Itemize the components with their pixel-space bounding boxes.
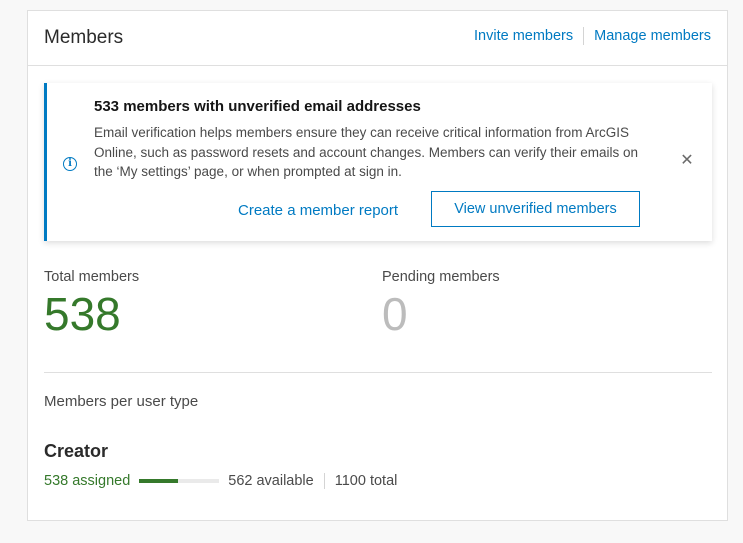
total-members-value: 538 (44, 288, 121, 340)
section-divider (44, 372, 712, 373)
pending-members-stat: Pending members 0 (382, 269, 500, 340)
usage-bar (139, 479, 220, 483)
header-actions: Invite members Manage members (474, 27, 711, 45)
unverified-email-notice: i 533 members with unverified email addr… (44, 83, 712, 241)
members-card: Members Invite members Manage members i … (27, 10, 728, 521)
pending-members-value: 0 (382, 288, 408, 340)
user-type-name: Creator (44, 441, 109, 461)
view-unverified-members-button[interactable]: View unverified members (431, 191, 640, 227)
header-divider (583, 27, 585, 45)
create-member-report-link[interactable]: Create a member report (238, 202, 398, 219)
close-icon[interactable]: ✕ (679, 153, 695, 169)
info-icon: i (63, 157, 77, 171)
total-count: 1100 total (334, 473, 398, 489)
total-members-stat: Total members 538 (44, 269, 139, 340)
user-type-usage-row: 538 assigned 562 available 1100 total (44, 473, 397, 489)
usage-divider (323, 473, 325, 489)
card-title: Members (44, 27, 124, 48)
notice-message: Email verification helps members ensure … (94, 125, 639, 179)
invite-members-link[interactable]: Invite members (474, 28, 573, 44)
notice-title: 533 members with unverified email addres… (94, 98, 421, 115)
card-header: Members Invite members Manage members (28, 11, 727, 66)
available-count: 562 available (228, 473, 314, 489)
assigned-count: 538 assigned (44, 473, 131, 489)
total-members-label: Total members (44, 269, 140, 285)
user-type-heading: Members per user type (44, 393, 199, 410)
pending-members-label: Pending members (382, 269, 500, 285)
manage-members-link[interactable]: Manage members (594, 28, 711, 44)
usage-bar-fill (139, 479, 179, 483)
